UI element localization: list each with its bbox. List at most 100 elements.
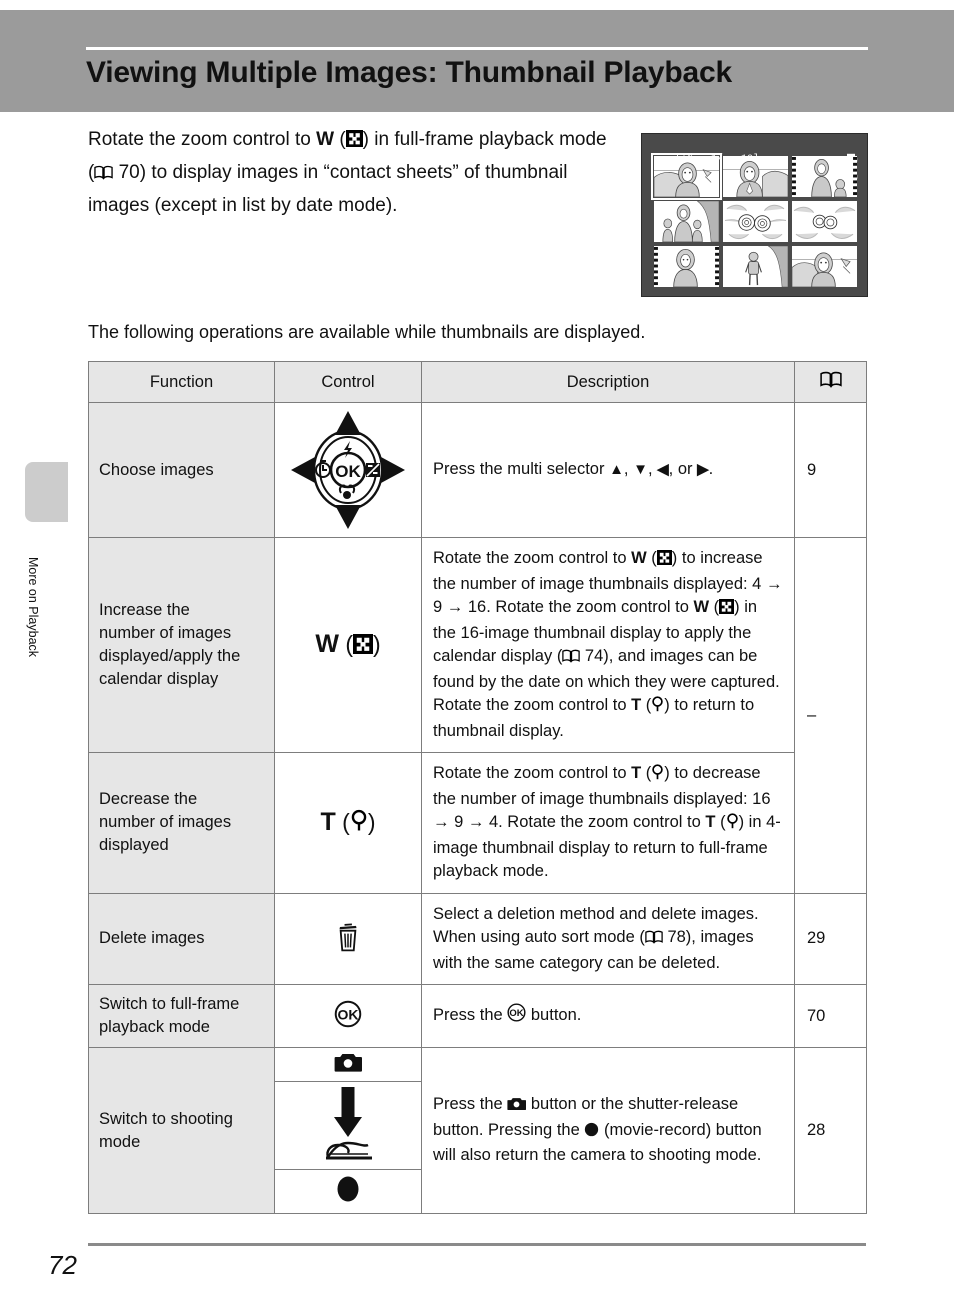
row-function-increase-images: Increase the number of images displayed/… bbox=[88, 537, 275, 753]
ok-button-icon: OK bbox=[507, 1003, 526, 1030]
magnifier-icon bbox=[350, 809, 368, 837]
svg-text:OK: OK bbox=[338, 1006, 359, 1022]
zoom-tele-letter: T bbox=[631, 696, 642, 714]
row-function-shooting-mode: Switch to shooting mode bbox=[88, 1047, 275, 1214]
row-reference-full-frame: 70 bbox=[794, 984, 867, 1048]
sidebar-chapter-label: More on Playback bbox=[26, 556, 40, 658]
multi-selector-icon: OK bbox=[291, 411, 405, 529]
book-icon bbox=[94, 159, 114, 190]
desc-text: 9 bbox=[433, 598, 447, 616]
row-reference-choose-images: 9 bbox=[794, 402, 867, 538]
book-icon bbox=[645, 928, 663, 952]
svg-text:OK: OK bbox=[510, 1008, 524, 1019]
footer-rule bbox=[88, 1243, 866, 1246]
table-row: Switch to shooting mode Press the button… bbox=[88, 1047, 867, 1214]
zoom-tele-letter: T bbox=[705, 813, 716, 831]
intro-text-c: ) in full-frame bbox=[362, 129, 474, 150]
operations-table: Function Control Description Choose imag… bbox=[88, 361, 867, 1214]
shutter-release-press-icon bbox=[318, 1085, 378, 1166]
row-description-full-frame: Press the OK button. bbox=[421, 984, 795, 1048]
fn-line: Increase the bbox=[99, 601, 190, 619]
fn-line: number of images bbox=[99, 813, 232, 832]
intro-paragraph: Rotate the zoom control to W ( ) in full-… bbox=[88, 124, 618, 221]
desc-text: 16. Rotate the zoom control to bbox=[463, 598, 694, 616]
lcd-thumbnail-9[interactable] bbox=[792, 246, 857, 287]
lcd-thumbnail-8[interactable] bbox=[723, 246, 788, 287]
zoom-tele-letter: T bbox=[631, 764, 642, 782]
desc-text: , or bbox=[668, 460, 698, 479]
trash-icon bbox=[335, 921, 361, 957]
zoom-wide-letter: W bbox=[316, 129, 335, 150]
fn-line: calendar display bbox=[99, 670, 219, 688]
arrow-right-icon: ▶ bbox=[697, 461, 709, 479]
fn-line: mode bbox=[99, 1132, 141, 1151]
table-row: Switch to full-frame playback mode OK Pr… bbox=[88, 984, 867, 1048]
right-arrow-glyph: → bbox=[765, 574, 783, 593]
sidebar-chapter-tab bbox=[25, 462, 68, 522]
fn-line: displayed/apply the bbox=[99, 647, 241, 665]
intro-text-a: Rotate the zoom control to bbox=[88, 129, 317, 150]
desc-text: , bbox=[647, 460, 658, 479]
lcd-thumbnail-5[interactable] bbox=[723, 201, 788, 242]
fn-line: Decrease the bbox=[99, 790, 198, 809]
table-row: Decrease the number of images displayed … bbox=[88, 752, 867, 894]
row-description-delete-images: Select a deletion method and delete imag… bbox=[421, 892, 795, 985]
row-reference-delete-images: 29 bbox=[794, 892, 867, 985]
row-function-delete-images: Delete images bbox=[88, 892, 275, 985]
right-arrow-glyph: → bbox=[446, 598, 464, 616]
magnifier-icon bbox=[651, 764, 664, 788]
row-function-decrease-images: Decrease the number of images displayed bbox=[88, 752, 275, 894]
desc-text: Rotate the zoom control to bbox=[433, 764, 632, 782]
fn-line: displayed bbox=[99, 836, 169, 855]
row-control-shutter-release bbox=[274, 1081, 422, 1170]
fn-line: Switch to full-frame bbox=[99, 995, 240, 1013]
row-description-increase-images: Rotate the zoom control to W () to incre… bbox=[421, 537, 795, 753]
table-row: Delete images Select a deletion method a… bbox=[88, 892, 867, 985]
page-number: 72 bbox=[48, 1250, 77, 1280]
zoom-wide-letter: W bbox=[693, 598, 710, 616]
desc-text: Rotate the zoom control to bbox=[433, 549, 632, 567]
table-header-row: Function Control Description bbox=[88, 361, 867, 403]
header-reference bbox=[794, 361, 867, 403]
page-title: Viewing Multiple Images: Thumbnail Playb… bbox=[86, 56, 732, 89]
right-arrow-glyph: → bbox=[433, 813, 450, 831]
lcd-thumbnail-6[interactable] bbox=[792, 201, 857, 242]
header-rule bbox=[86, 47, 868, 50]
row-control-full-frame: OK bbox=[274, 984, 422, 1048]
row-control-delete-images bbox=[274, 892, 422, 985]
lcd-status-bar: [ᴵᴺ 1/ 10] bbox=[651, 139, 860, 180]
thumbnail-checkerboard-icon bbox=[719, 598, 735, 622]
desc-text: Press the bbox=[433, 1095, 508, 1114]
row-control-increase-images: W () bbox=[274, 537, 422, 753]
desc-text: Press the multi selector bbox=[433, 460, 610, 479]
fn-line: playback mode bbox=[99, 1018, 210, 1036]
lcd-thumbnail-1[interactable] bbox=[651, 153, 722, 200]
arrow-up-icon: ▲ bbox=[609, 461, 624, 479]
lcd-thumbnail-2[interactable] bbox=[723, 156, 788, 197]
intro-text-e: 70) to display images in “contact bbox=[113, 162, 392, 183]
lcd-thumbnail-3[interactable] bbox=[792, 156, 857, 197]
camera-mode-icon bbox=[507, 1095, 527, 1119]
zoom-tele-letter: T bbox=[320, 807, 336, 836]
intro-text-b: ( bbox=[334, 129, 346, 150]
table-row: Increase the number of images displayed/… bbox=[88, 537, 867, 894]
svg-text:OK: OK bbox=[335, 462, 361, 481]
row-function-choose-images: Choose images bbox=[88, 402, 275, 538]
lcd-thumbnail-7[interactable] bbox=[654, 246, 719, 287]
row-control-movie-record bbox=[274, 1169, 422, 1214]
header-function: Function bbox=[88, 361, 275, 403]
magnifier-icon bbox=[726, 813, 739, 837]
desc-text: button. bbox=[526, 1005, 582, 1024]
movie-record-button-icon bbox=[335, 1173, 361, 1210]
camera-mode-icon bbox=[334, 1051, 362, 1078]
table-row: Choose images OK Press the multi selecto… bbox=[88, 402, 867, 538]
thumbnail-checkerboard-icon bbox=[656, 549, 672, 573]
lcd-thumbnail-4[interactable] bbox=[654, 201, 719, 242]
lead-sentence: The following operations are available w… bbox=[88, 322, 646, 342]
thumbnail-checkerboard-icon bbox=[353, 633, 373, 659]
fn-line: number of images bbox=[99, 624, 232, 642]
book-icon bbox=[819, 371, 842, 393]
arrow-left-icon: ◀ bbox=[657, 461, 669, 479]
header-control: Control bbox=[274, 361, 422, 403]
row-description-choose-images: Press the multi selector ▲, ▼, ◀, or ▶. bbox=[421, 402, 795, 538]
